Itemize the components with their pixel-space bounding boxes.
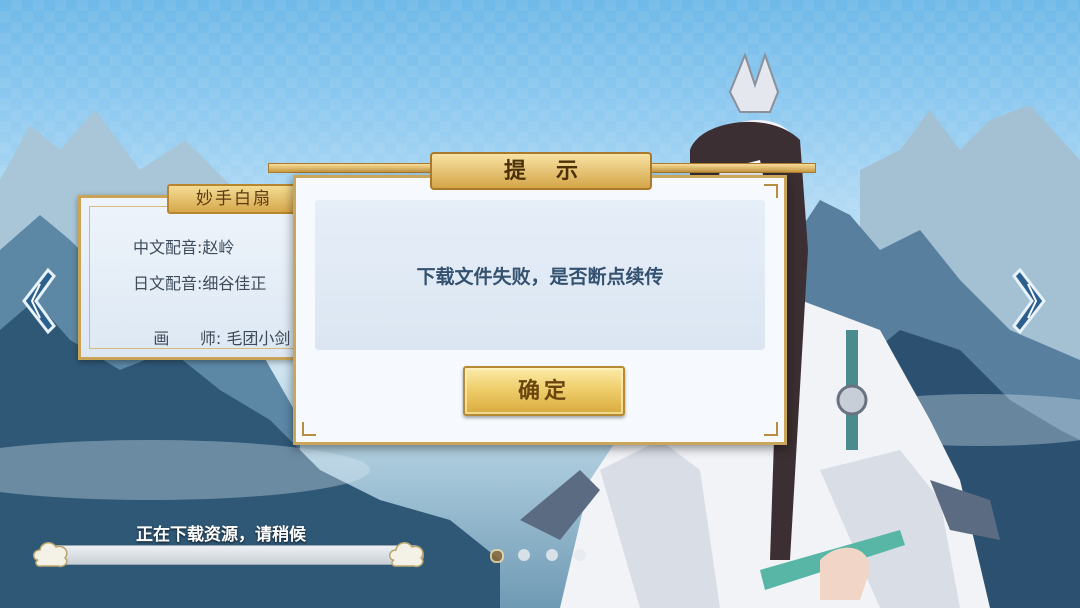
confirm-button[interactable]: 确定 bbox=[463, 366, 625, 416]
page-dot[interactable] bbox=[518, 549, 530, 561]
dialog-title: 提示 bbox=[430, 152, 652, 190]
credit-label: 画 师: bbox=[153, 329, 227, 348]
chevron-right-icon[interactable] bbox=[1010, 266, 1050, 336]
credits-title: 妙手白扇 bbox=[167, 184, 301, 214]
loading-status-text: 正在下载资源，请稍候 bbox=[136, 525, 306, 545]
voice-credits-card: 妙手白扇 中文配音: 赵岭 日文配音: 细谷佳正 画 师: 毛团小剑 bbox=[78, 184, 308, 360]
credit-row-illustrator: 画 师: 毛团小剑 bbox=[133, 306, 290, 368]
credit-label: 中文配音: bbox=[133, 238, 203, 257]
credit-value: 毛团小剑 bbox=[226, 329, 291, 348]
credit-row-chinese-voice: 中文配音: 赵岭 bbox=[133, 234, 234, 258]
cloud-ornament-icon bbox=[33, 542, 68, 568]
dialog-corner-ornament bbox=[764, 184, 778, 198]
dialog-corner-ornament bbox=[764, 422, 778, 436]
dialog-corner-ornament bbox=[302, 422, 316, 436]
download-progress-bar bbox=[44, 545, 424, 565]
credit-label: 日文配音: bbox=[133, 274, 203, 293]
credit-row-japanese-voice: 日文配音: 细谷佳正 bbox=[133, 270, 266, 294]
chevron-left-icon[interactable] bbox=[18, 266, 58, 336]
credit-value: 赵岭 bbox=[202, 238, 235, 257]
page-dot[interactable] bbox=[574, 549, 586, 561]
page-dot[interactable] bbox=[490, 549, 504, 563]
page-dot[interactable] bbox=[546, 549, 558, 561]
dialog-message: 下载文件失败，是否断点续传 bbox=[416, 266, 664, 288]
credit-value: 细谷佳正 bbox=[202, 274, 267, 293]
cloud-ornament-icon bbox=[389, 542, 424, 568]
